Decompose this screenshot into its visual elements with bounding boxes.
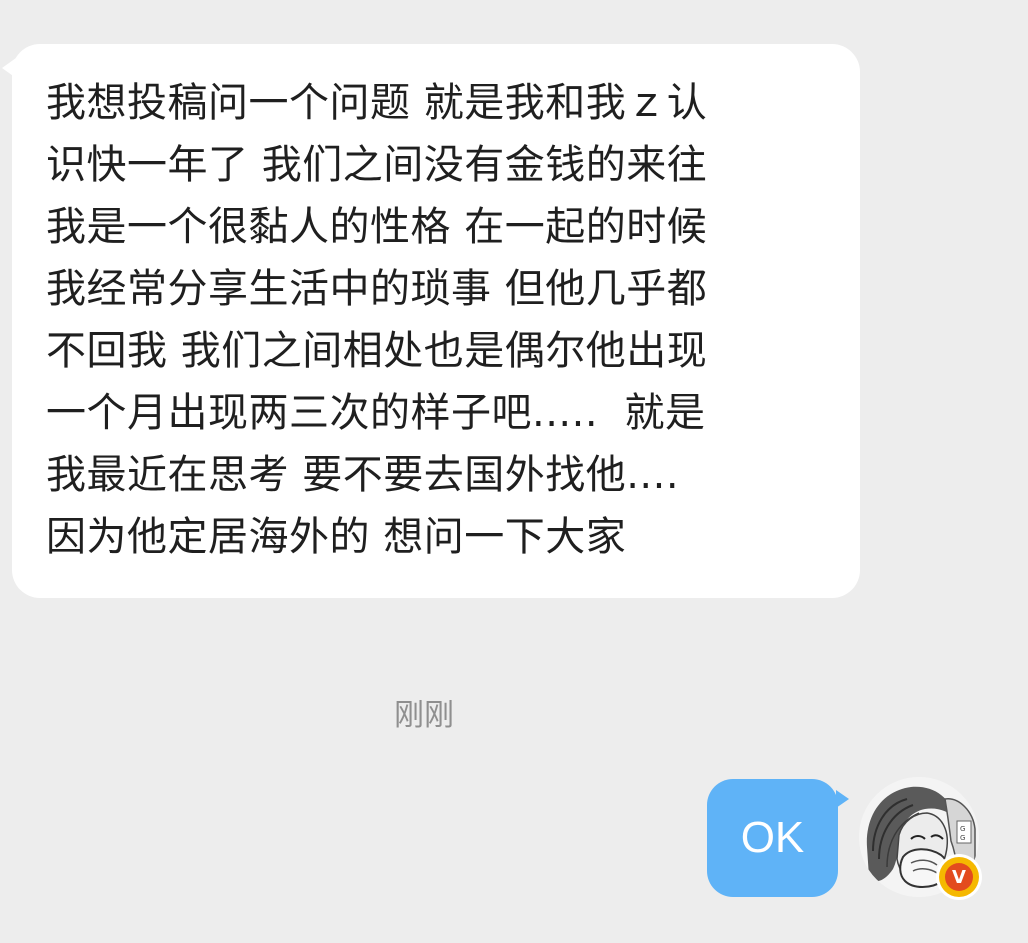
verified-v-icon: V	[945, 863, 973, 891]
outgoing-message-text: OK	[740, 813, 805, 862]
outgoing-bubble-tail	[836, 790, 849, 808]
chat-view: 我想投稿问一个问题 就是我和我ｚ认 识快一年了 我们之间没有金钱的来往 我是一个…	[0, 0, 1028, 943]
message-line: 因为他定居海外的 想问一下大家	[46, 514, 627, 560]
message-line: 识快一年了 我们之间没有金钱的来往	[46, 142, 708, 188]
message-line: 我想投稿问一个问题 就是我和我ｚ认	[46, 80, 708, 126]
message-line: 一个月出现两三次的样子吧..... 就是	[46, 390, 706, 436]
message-line: 不回我 我们之间相处也是偶尔他出现	[46, 328, 708, 374]
message-line: 我最近在思考 要不要去国外找他....	[46, 452, 680, 498]
incoming-message-bubble[interactable]: 我想投稿问一个问题 就是我和我ｚ认 识快一年了 我们之间没有金钱的来往 我是一个…	[12, 44, 860, 598]
message-line: 我是一个很黏人的性格 在一起的时候	[46, 204, 708, 250]
verified-badge-icon: V	[939, 857, 979, 897]
svg-text:G: G	[960, 834, 965, 842]
message-line: 我经常分享生活中的琐事 但他几乎都	[46, 266, 708, 312]
message-timestamp: 刚刚	[394, 698, 454, 733]
svg-text:G: G	[960, 825, 965, 833]
outgoing-message-bubble[interactable]: OK	[707, 779, 838, 897]
